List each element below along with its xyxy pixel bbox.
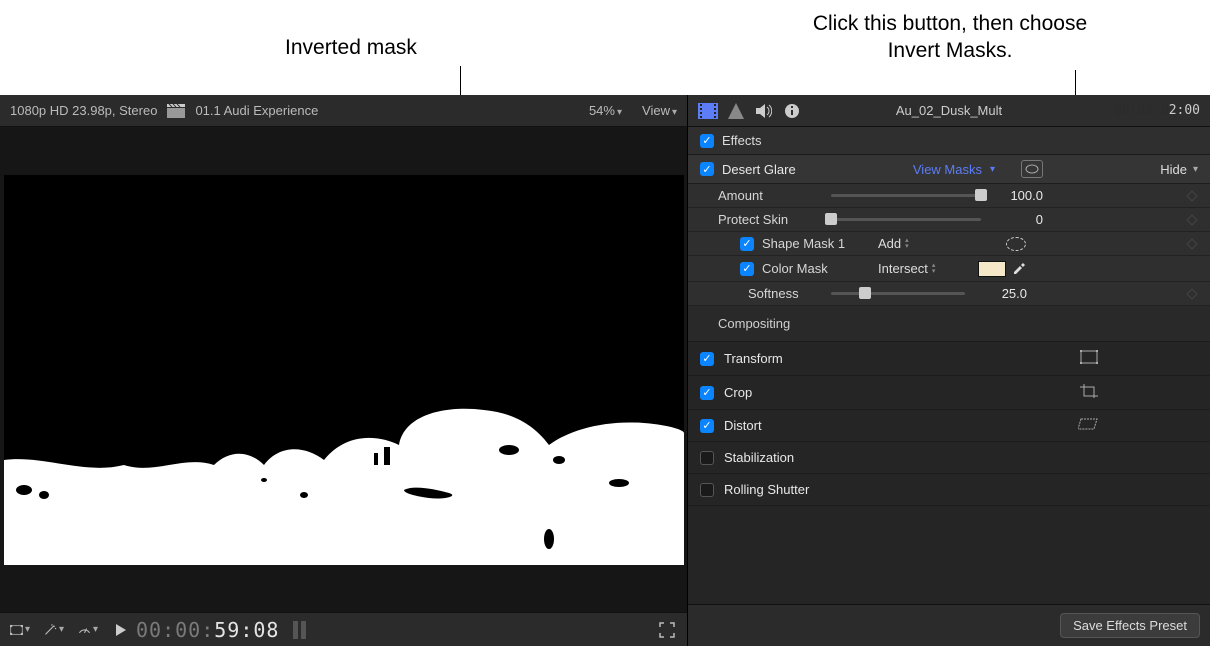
save-effects-preset-button[interactable]: Save Effects Preset — [1060, 613, 1200, 638]
transform-checkbox[interactable]: ✓ — [700, 352, 714, 366]
audio-tab-icon[interactable] — [754, 102, 774, 120]
softness-value[interactable]: 25.0 — [973, 286, 1031, 301]
stabilization-checkbox[interactable] — [700, 451, 714, 465]
param-softness: Softness 25.0 — [688, 282, 1210, 306]
softness-label: Softness — [748, 286, 823, 301]
project-title: 01.1 Audi Experience — [195, 103, 318, 118]
video-tab-icon[interactable] — [698, 102, 718, 120]
hide-dropdown[interactable]: Hide▾ — [1160, 162, 1198, 177]
viewer-footer: ▾ ▾ ▾ 00:00:59:08 — [0, 612, 687, 646]
amount-value[interactable]: 100.0 — [989, 188, 1047, 203]
shape-mask-label: Shape Mask 1 — [762, 236, 854, 251]
rolling-shutter-row[interactable]: Rolling Shutter — [688, 474, 1210, 506]
view-masks-dropdown[interactable]: View Masks▾ — [913, 162, 995, 177]
compositing-section[interactable]: Compositing — [688, 306, 1210, 342]
apply-effect-masks-button[interactable] — [1021, 160, 1043, 178]
distort-row[interactable]: ✓ Distort — [688, 410, 1210, 442]
inspector-footer: Save Effects Preset — [688, 604, 1210, 646]
playhead-controls: 00:00:59:08 — [116, 618, 279, 642]
clip-duration: 00:00:02:00 — [1114, 103, 1200, 118]
mask-preview — [4, 175, 684, 565]
transform-label: Transform — [724, 351, 783, 366]
protect-skin-label: Protect Skin — [718, 212, 823, 227]
viewer-format-label: 1080p HD 23.98p, Stereo — [10, 103, 157, 118]
viewer-pane: 1080p HD 23.98p, Stereo 01.1 Audi Experi… — [0, 95, 688, 646]
clip-name: Au_02_Dusk_Mult — [896, 103, 1002, 118]
annotation-inverted-mask: Inverted mask — [285, 36, 417, 60]
audio-meter-icon — [293, 621, 306, 639]
keyframe-icon[interactable] — [1186, 288, 1197, 299]
param-color-mask: ✓ Color Mask Intersect ▴▾ — [688, 256, 1210, 282]
shape-mask-mode[interactable]: Add ▴▾ — [878, 236, 909, 251]
distort-checkbox[interactable]: ✓ — [700, 419, 714, 433]
zoom-dropdown[interactable]: 54%▾ — [589, 103, 622, 118]
protect-skin-value[interactable]: 0 — [989, 212, 1047, 227]
retime-tool-icon[interactable]: ▾ — [78, 620, 98, 640]
transform-onscreen-icon[interactable] — [1080, 350, 1098, 367]
app-window: 1080p HD 23.98p, Stereo 01.1 Audi Experi… — [0, 95, 1210, 646]
play-button[interactable] — [116, 624, 126, 636]
keyframe-icon[interactable] — [1186, 190, 1197, 201]
viewer-toolbar: 1080p HD 23.98p, Stereo 01.1 Audi Experi… — [0, 95, 687, 127]
enhance-tool-icon[interactable]: ▾ — [44, 620, 64, 640]
view-dropdown[interactable]: View▾ — [642, 103, 677, 118]
annotation-invert-button: Click this button, then choose Invert Ma… — [790, 10, 1110, 65]
protect-skin-slider[interactable] — [831, 218, 981, 221]
viewer-canvas[interactable] — [0, 127, 687, 612]
color-swatch[interactable] — [978, 261, 1006, 277]
param-shape-mask: ✓ Shape Mask 1 Add ▴▾ — [688, 232, 1210, 256]
shape-mask-onscreen-icon[interactable] — [1006, 237, 1026, 251]
color-tab-icon[interactable] — [726, 102, 746, 120]
rolling-shutter-checkbox[interactable] — [700, 483, 714, 497]
stabilization-row[interactable]: Stabilization — [688, 442, 1210, 474]
rolling-shutter-label: Rolling Shutter — [724, 482, 809, 497]
amount-slider[interactable] — [831, 194, 981, 197]
inverted-mask-shape — [4, 175, 684, 565]
keyframe-icon[interactable] — [1186, 214, 1197, 225]
shape-mask-checkbox[interactable]: ✓ — [740, 237, 754, 251]
softness-slider[interactable] — [831, 292, 965, 295]
effects-checkbox[interactable]: ✓ — [700, 134, 714, 148]
crop-label: Crop — [724, 385, 752, 400]
effects-section-header[interactable]: ✓ Effects — [688, 127, 1210, 155]
effect-name: Desert Glare — [722, 162, 796, 177]
clapperboard-icon — [167, 104, 185, 118]
info-tab-icon[interactable] — [782, 102, 802, 120]
inspector-header: Au_02_Dusk_Mult 00:00:02:00 — [688, 95, 1210, 127]
distort-onscreen-icon[interactable] — [1078, 418, 1098, 433]
effect-desert-glare-row[interactable]: ✓ Desert Glare View Masks▾ Hide▾ — [688, 155, 1210, 184]
keyframe-icon[interactable] — [1186, 238, 1197, 249]
inspector-pane: Au_02_Dusk_Mult 00:00:02:00 ✓ Effects ✓ … — [688, 95, 1210, 646]
param-amount: Amount 100.0 — [688, 184, 1210, 208]
amount-label: Amount — [718, 188, 823, 203]
color-mask-label: Color Mask — [762, 261, 854, 276]
crop-checkbox[interactable]: ✓ — [700, 386, 714, 400]
color-mask-mode[interactable]: Intersect ▴▾ — [878, 261, 935, 276]
transform-tool-icon[interactable]: ▾ — [10, 620, 30, 640]
stabilization-label: Stabilization — [724, 450, 794, 465]
crop-onscreen-icon[interactable] — [1080, 384, 1098, 401]
desert-glare-checkbox[interactable]: ✓ — [700, 162, 714, 176]
distort-label: Distort — [724, 418, 762, 433]
transform-row[interactable]: ✓ Transform — [688, 342, 1210, 376]
fullscreen-icon[interactable] — [657, 620, 677, 640]
eyedropper-icon[interactable] — [1012, 260, 1026, 277]
color-mask-checkbox[interactable]: ✓ — [740, 262, 754, 276]
crop-row[interactable]: ✓ Crop — [688, 376, 1210, 410]
effects-label: Effects — [722, 133, 762, 148]
param-protect-skin: Protect Skin 0 — [688, 208, 1210, 232]
timecode-display[interactable]: 00:00:59:08 — [136, 618, 279, 642]
